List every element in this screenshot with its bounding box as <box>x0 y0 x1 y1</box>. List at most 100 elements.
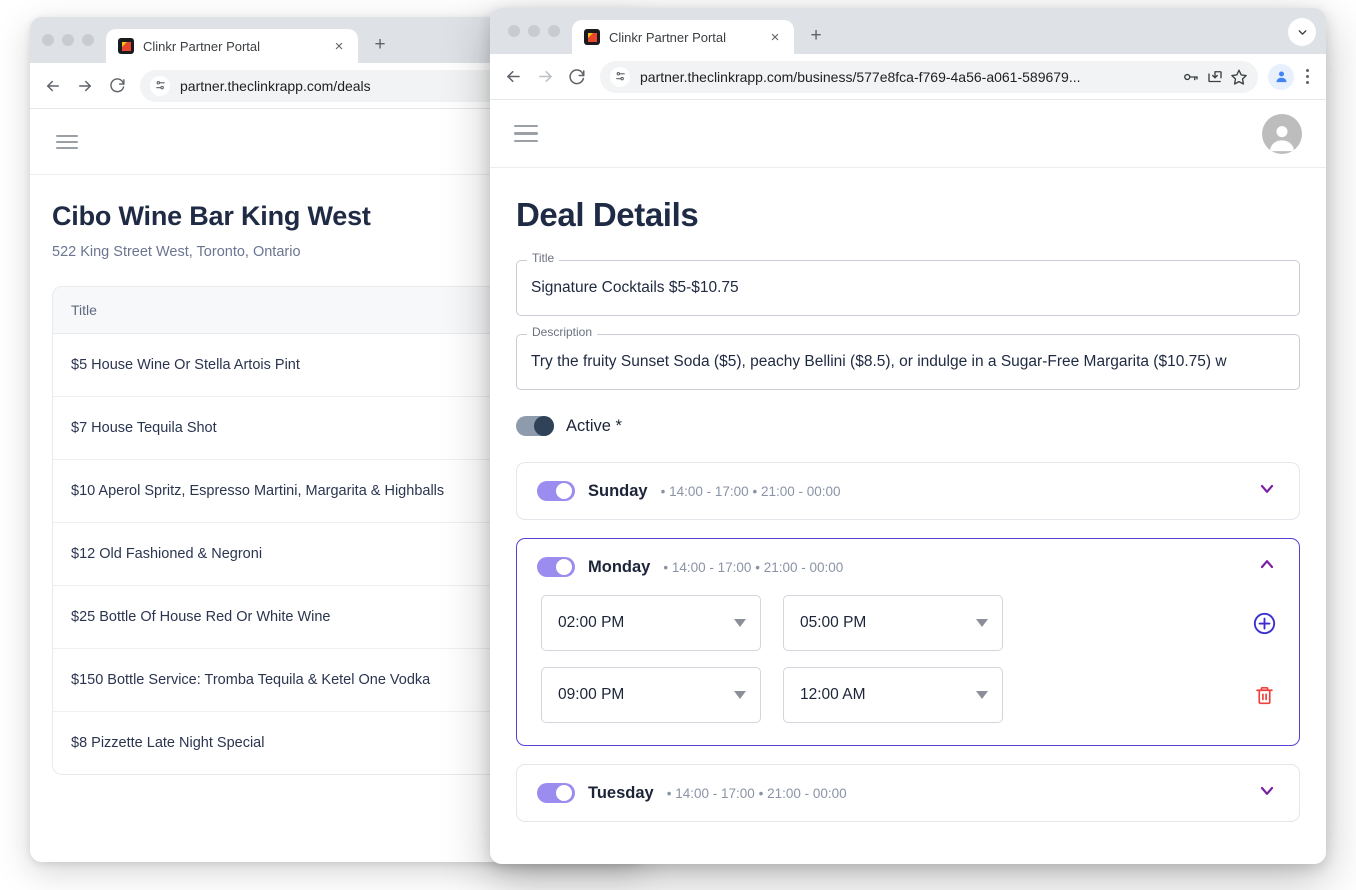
close-window-dot[interactable] <box>42 34 54 46</box>
close-window-dot[interactable] <box>508 25 520 37</box>
bullet-separator: • <box>663 559 669 575</box>
start-time-select[interactable]: 09:00 PM <box>541 667 761 723</box>
day-times-sunday: • 14:00 - 17:00 • 21:00 - 00:00 <box>661 484 841 499</box>
bullet-separator: • <box>660 483 666 499</box>
three-dot-menu-icon[interactable] <box>1296 69 1318 84</box>
fg-page-content: Deal Details Title Signature Cocktails $… <box>490 100 1326 864</box>
fg-tab-strip: Clinkr Partner Portal × + <box>490 8 1326 54</box>
fg-window-traffic-lights[interactable] <box>502 8 572 54</box>
end-time-select[interactable]: 12:00 AM <box>783 667 1003 723</box>
day-name-monday: Monday <box>588 557 651 576</box>
new-tab-button[interactable]: + <box>802 22 830 50</box>
day-header-monday[interactable]: Monday • 14:00 - 17:00 • 21:00 - 00:00 <box>517 539 1299 595</box>
back-arrow-icon[interactable] <box>498 62 528 92</box>
fg-url-text: partner.theclinkrapp.com/business/577e8f… <box>640 68 1081 85</box>
bullet-separator: • <box>758 785 764 801</box>
description-field[interactable]: Description Try the fruity Sunset Soda (… <box>516 326 1300 390</box>
reload-icon[interactable] <box>562 62 592 92</box>
delete-trash-icon[interactable] <box>1249 685 1279 706</box>
chevron-down-icon[interactable] <box>1257 479 1277 504</box>
omnibox-action-icons <box>1182 68 1252 86</box>
fg-app-bar <box>490 100 1326 168</box>
title-field-label: Title <box>527 252 560 264</box>
chevron-down-icon[interactable] <box>734 617 746 629</box>
active-toggle[interactable] <box>516 416 554 436</box>
chevron-up-icon[interactable] <box>1257 555 1277 580</box>
page-title: Deal Details <box>516 196 699 233</box>
account-avatar-icon[interactable] <box>1262 113 1302 154</box>
bg-window-traffic-lights[interactable] <box>36 17 106 63</box>
time-slot-row: 02:00 PM 05:00 PM <box>541 595 1279 651</box>
minimize-window-dot[interactable] <box>528 25 540 37</box>
start-time-select[interactable]: 02:00 PM <box>541 595 761 651</box>
day-toggle-knob <box>556 559 572 575</box>
day-header-tuesday[interactable]: Tuesday • 14:00 - 17:00 • 21:00 - 00:00 <box>517 765 1299 821</box>
time-slot-row: 09:00 PM 12:00 AM <box>541 667 1279 723</box>
chevron-down-icon[interactable] <box>976 617 988 629</box>
profile-avatar-icon[interactable] <box>1268 63 1294 90</box>
start-time-value: 02:00 PM <box>558 614 625 631</box>
close-tab-icon[interactable]: × <box>766 28 784 46</box>
forward-arrow-icon[interactable] <box>530 62 560 92</box>
fg-tab-title: Clinkr Partner Portal <box>609 29 727 45</box>
time-range: 14:00 - 17:00 <box>671 559 752 575</box>
day-card-sunday[interactable]: Sunday • 14:00 - 17:00 • 21:00 - 00:00 <box>516 462 1300 520</box>
active-toggle-label: Active * <box>566 416 622 435</box>
day-times-monday: • 14:00 - 17:00 • 21:00 - 00:00 <box>663 560 843 575</box>
title-field-value: Signature Cocktails $5-$10.75 <box>531 279 739 296</box>
monday-time-slots: 02:00 PM 05:00 PM 09:00 PM 12:00 AM <box>517 595 1299 745</box>
time-range: 21:00 - 00:00 <box>763 559 844 575</box>
day-toggle-knob <box>556 785 572 801</box>
day-times-tuesday: • 14:00 - 17:00 • 21:00 - 00:00 <box>667 786 847 801</box>
hamburger-menu-icon[interactable] <box>514 124 538 143</box>
close-tab-icon[interactable]: × <box>330 37 348 55</box>
add-circle-icon[interactable] <box>1249 611 1279 636</box>
minimize-window-dot[interactable] <box>62 34 74 46</box>
day-toggle-sunday[interactable] <box>537 481 575 501</box>
foreground-browser-window[interactable]: Clinkr Partner Portal × + partner.thecli… <box>490 8 1326 864</box>
hamburger-menu-icon[interactable] <box>56 134 78 149</box>
reload-icon[interactable] <box>102 71 132 101</box>
fg-browser-tab[interactable]: Clinkr Partner Portal × <box>572 20 794 54</box>
active-toggle-row[interactable]: Active * <box>516 416 1300 436</box>
end-time-select[interactable]: 05:00 PM <box>783 595 1003 651</box>
forward-arrow-icon[interactable] <box>70 71 100 101</box>
title-field[interactable]: Title Signature Cocktails $5-$10.75 <box>516 252 1300 316</box>
active-toggle-knob <box>534 416 554 436</box>
bullet-separator: • <box>752 483 758 499</box>
end-time-value: 12:00 AM <box>800 686 866 703</box>
day-toggle-tuesday[interactable] <box>537 783 575 803</box>
day-header-sunday[interactable]: Sunday • 14:00 - 17:00 • 21:00 - 00:00 <box>517 463 1299 519</box>
bookmark-star-icon[interactable] <box>1230 68 1248 86</box>
site-settings-icon[interactable] <box>610 66 630 87</box>
bg-tab-title: Clinkr Partner Portal <box>143 38 261 54</box>
chevron-down-icon[interactable] <box>734 689 746 701</box>
site-settings-icon[interactable] <box>150 75 170 96</box>
day-name-tuesday: Tuesday <box>588 783 654 802</box>
password-key-icon[interactable] <box>1182 68 1200 86</box>
maximize-window-dot[interactable] <box>82 34 94 46</box>
bg-browser-tab[interactable]: Clinkr Partner Portal × <box>106 29 358 63</box>
day-toggle-knob <box>556 483 572 499</box>
install-app-icon[interactable] <box>1206 68 1224 86</box>
fg-browser-toolbar: partner.theclinkrapp.com/business/577e8f… <box>490 54 1326 100</box>
day-card-tuesday[interactable]: Tuesday • 14:00 - 17:00 • 21:00 - 00:00 <box>516 764 1300 822</box>
time-range: 14:00 - 17:00 <box>675 785 755 801</box>
deal-details-form: Deal Details Title Signature Cocktails $… <box>490 168 1326 822</box>
new-tab-button[interactable]: + <box>366 31 394 59</box>
description-field-outline[interactable]: Try the fruity Sunset Soda ($5), peachy … <box>516 334 1300 390</box>
chevron-down-icon[interactable] <box>1288 18 1316 46</box>
bullet-separator: • <box>666 785 672 801</box>
day-toggle-monday[interactable] <box>537 557 575 577</box>
description-field-label: Description <box>527 326 598 338</box>
maximize-window-dot[interactable] <box>548 25 560 37</box>
time-range: 21:00 - 00:00 <box>767 785 847 801</box>
time-range: 21:00 - 00:00 <box>760 483 841 499</box>
chevron-down-icon[interactable] <box>1257 781 1277 806</box>
day-name-sunday: Sunday <box>588 481 648 500</box>
fg-address-bar[interactable]: partner.theclinkrapp.com/business/577e8f… <box>600 60 1258 93</box>
back-arrow-icon[interactable] <box>38 71 68 101</box>
title-field-outline[interactable]: Signature Cocktails $5-$10.75 <box>516 260 1300 316</box>
day-card-monday[interactable]: Monday • 14:00 - 17:00 • 21:00 - 00:00 0… <box>516 538 1300 746</box>
chevron-down-icon[interactable] <box>976 689 988 701</box>
